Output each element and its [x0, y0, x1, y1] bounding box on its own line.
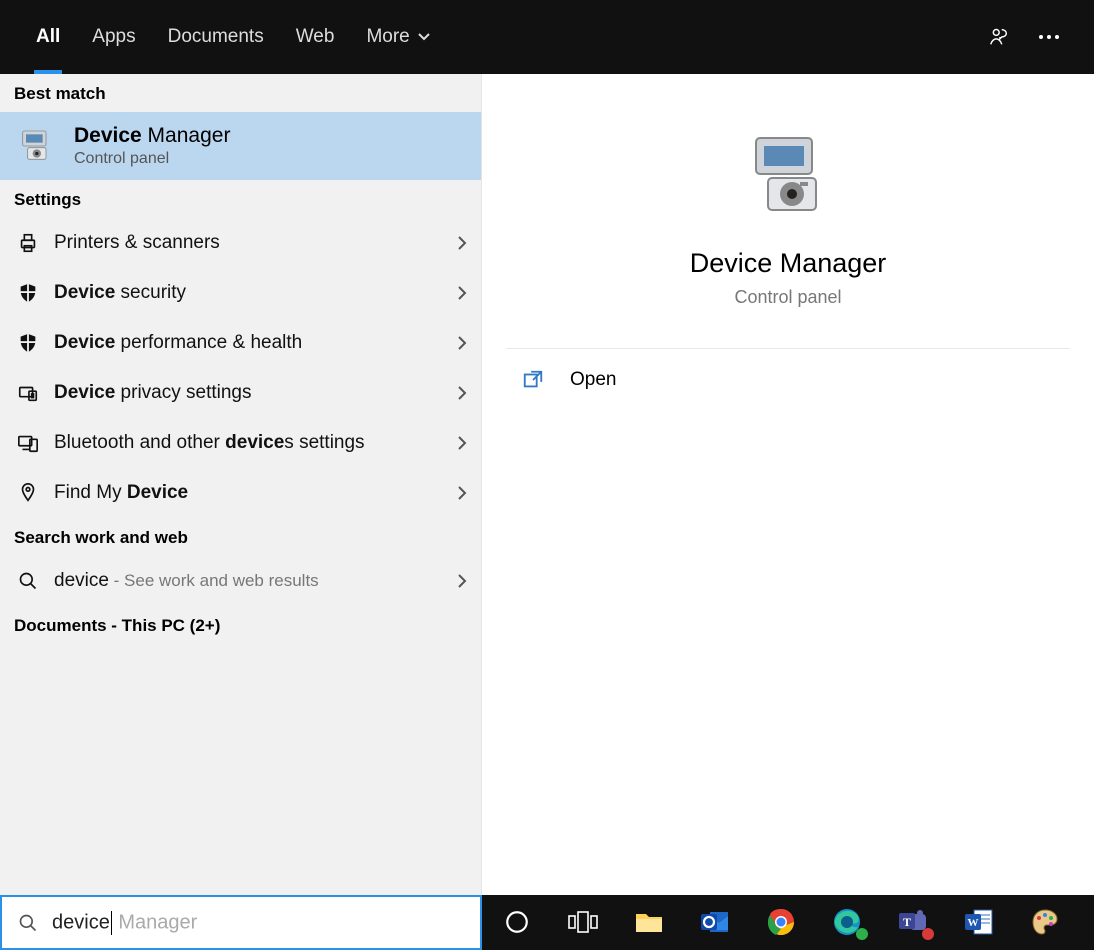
svg-text:T: T	[903, 915, 911, 929]
chevron-right-icon	[457, 285, 467, 301]
search-value: device Manager	[52, 911, 197, 935]
taskbar: T W	[482, 895, 1094, 950]
settings-item-label: Device performance & health	[54, 332, 457, 354]
open-icon	[522, 369, 550, 391]
shield-icon	[14, 332, 42, 354]
chevron-right-icon	[457, 435, 467, 451]
open-action[interactable]: Open	[482, 349, 1094, 411]
taskbar-outlook[interactable]	[688, 900, 742, 946]
chevron-right-icon	[457, 385, 467, 401]
tab-apps[interactable]: Apps	[76, 0, 151, 74]
bottom-bar: device Manager	[0, 895, 1094, 950]
privacy-icon	[14, 382, 42, 404]
caret-down-icon	[418, 33, 430, 41]
taskbar-paint[interactable]	[1018, 900, 1072, 946]
chevron-right-icon	[457, 235, 467, 251]
tab-more[interactable]: More	[350, 0, 445, 74]
best-match-text: Device Manager Control panel	[74, 124, 230, 168]
tab-all[interactable]: All	[20, 0, 76, 74]
best-match-header: Best match	[0, 74, 481, 112]
preview-title: Device Manager	[690, 248, 887, 279]
printer-icon	[14, 232, 42, 254]
chevron-right-icon	[457, 573, 467, 589]
preview-pane: Device Manager Control panel Open	[482, 74, 1094, 895]
web-search-text: device - See work and web results	[54, 570, 457, 592]
more-options-icon[interactable]	[1024, 0, 1074, 74]
location-pin-icon	[14, 482, 42, 504]
documents-header[interactable]: Documents - This PC (2+)	[0, 606, 481, 644]
results-list: Best match Device Manager Control panel …	[0, 74, 482, 895]
taskbar-task-view[interactable]	[556, 900, 610, 946]
taskbar-edge[interactable]	[820, 900, 874, 946]
tab-more-label: More	[366, 26, 409, 48]
preview-header: Device Manager Control panel	[506, 74, 1070, 349]
search-input[interactable]: device Manager	[0, 895, 482, 950]
best-match-item[interactable]: Device Manager Control panel	[0, 112, 481, 180]
open-label: Open	[570, 369, 616, 391]
shield-icon	[14, 282, 42, 304]
status-badge-icon	[922, 928, 934, 940]
preview-subtitle: Control panel	[734, 287, 841, 308]
taskbar-chrome[interactable]	[754, 900, 808, 946]
svg-text:W: W	[968, 917, 979, 929]
chevron-right-icon	[457, 485, 467, 501]
device-manager-large-icon	[740, 130, 836, 226]
web-search-item[interactable]: device - See work and web results	[0, 556, 481, 606]
settings-item-label: Bluetooth and other devices settings	[54, 432, 457, 454]
taskbar-file-explorer[interactable]	[622, 900, 676, 946]
settings-item-label: Find My Device	[54, 482, 457, 504]
device-manager-icon	[14, 124, 58, 168]
taskbar-cortana[interactable]	[490, 900, 544, 946]
web-header: Search work and web	[0, 518, 481, 556]
settings-item-printers-scanners[interactable]: Printers & scanners	[0, 218, 481, 268]
settings-item-device-privacy[interactable]: Device privacy settings	[0, 368, 481, 418]
taskbar-word[interactable]: W	[952, 900, 1006, 946]
settings-item-label: Printers & scanners	[54, 232, 457, 254]
search-scope-tabs: All Apps Documents Web More	[0, 0, 1094, 74]
settings-item-device-security[interactable]: Device security	[0, 268, 481, 318]
best-match-title-bold: Device	[74, 124, 142, 147]
settings-item-label: Device security	[54, 282, 457, 304]
tab-documents[interactable]: Documents	[152, 0, 280, 74]
best-match-title-rest: Manager	[142, 124, 231, 147]
tab-web[interactable]: Web	[280, 0, 351, 74]
settings-item-find-my-device[interactable]: Find My Device	[0, 468, 481, 518]
settings-item-label: Device privacy settings	[54, 382, 457, 404]
settings-item-device-performance[interactable]: Device performance & health	[0, 318, 481, 368]
chevron-right-icon	[457, 335, 467, 351]
feedback-icon[interactable]	[974, 0, 1024, 74]
best-match-sub: Control panel	[74, 150, 230, 168]
search-icon	[14, 571, 42, 591]
settings-header: Settings	[0, 180, 481, 218]
taskbar-teams[interactable]: T	[886, 900, 940, 946]
search-icon	[18, 913, 38, 933]
settings-item-bluetooth-devices[interactable]: Bluetooth and other devices settings	[0, 418, 481, 468]
devices-icon	[14, 432, 42, 454]
status-badge-icon	[856, 928, 868, 940]
search-results-body: Best match Device Manager Control panel …	[0, 74, 1094, 895]
